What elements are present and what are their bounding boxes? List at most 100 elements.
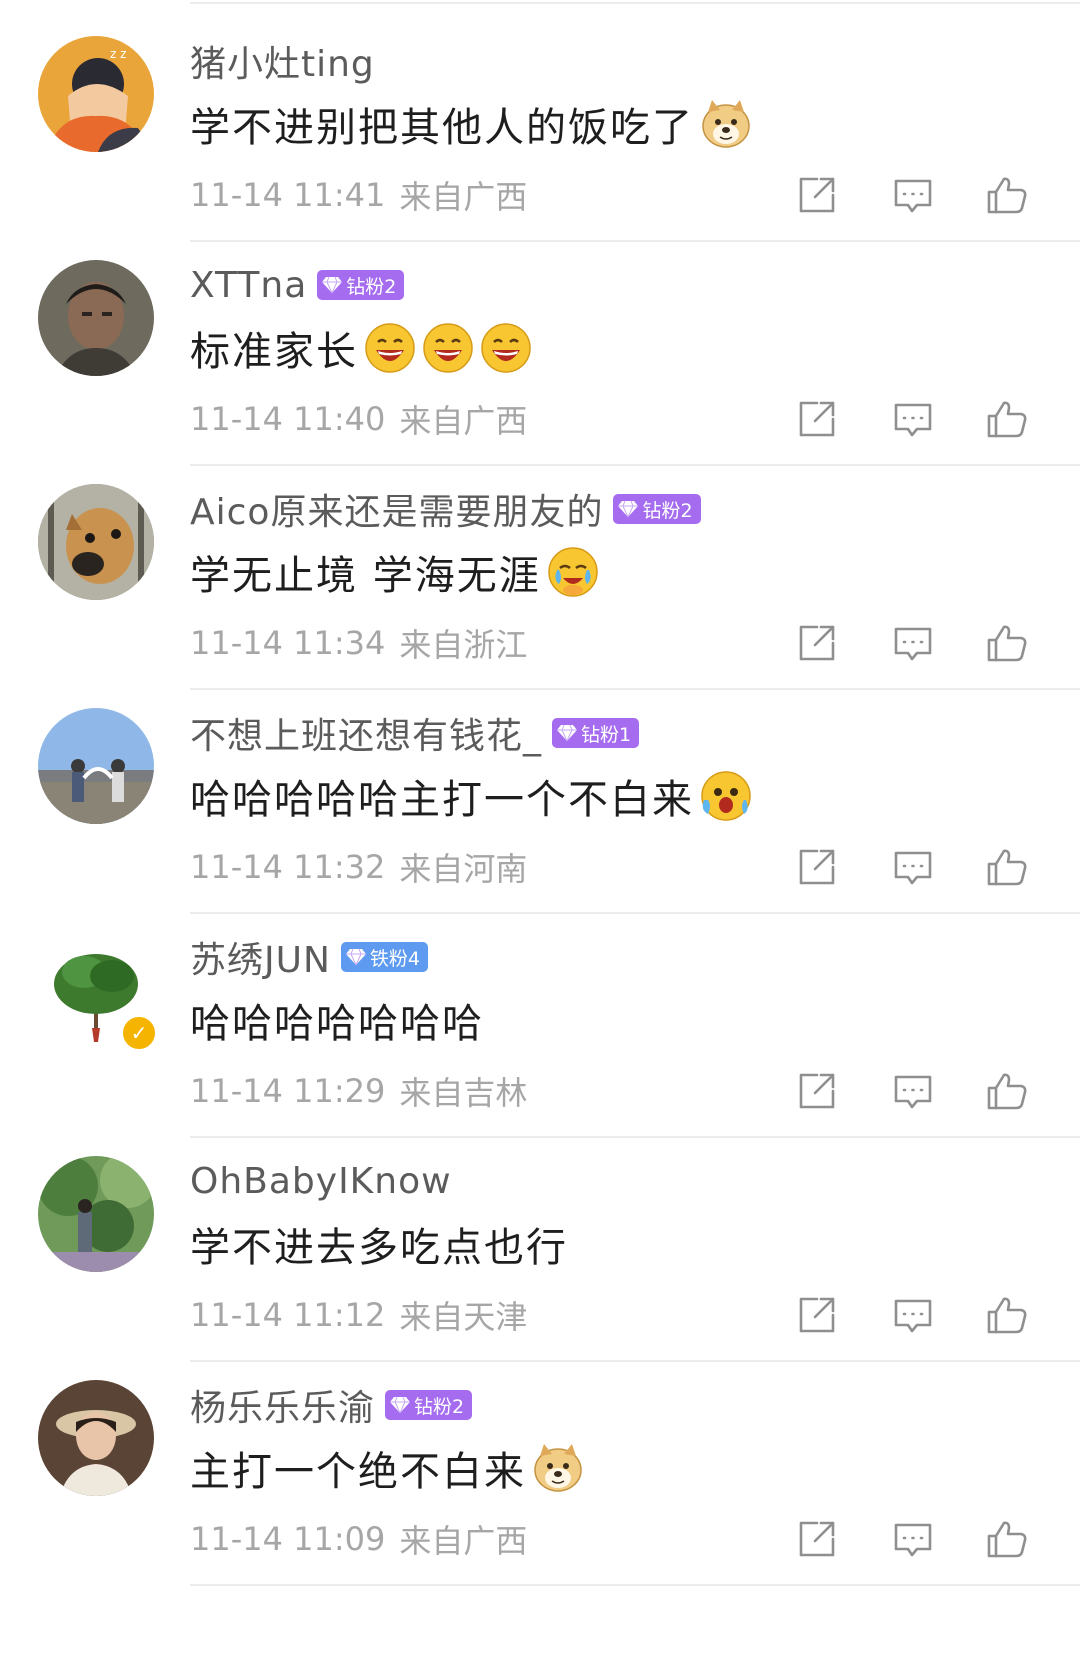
comment-item[interactable]: Aico原来还是需要朋友的 钻粉2 学无止境 学海无涯 11-14 11:34 来自浙江 xyxy=(0,454,1080,690)
comment-item[interactable]: ✓ 苏绣JUN 铁粉4 哈哈哈哈哈哈哈 11-14 11:29 来自吉林 xyxy=(0,902,1080,1138)
comment-meta: 11-14 11:34 来自浙江 xyxy=(190,620,527,666)
comment-bubble-icon[interactable] xyxy=(891,1069,985,1113)
laugh-emoji-icon xyxy=(416,322,474,374)
comment-text: 主打一个绝不白来 xyxy=(190,1449,526,1495)
doge-emoji-icon xyxy=(694,98,752,150)
avatar[interactable]: z z xyxy=(38,36,154,152)
username[interactable]: 杨乐乐乐渝 xyxy=(190,1379,375,1431)
username[interactable]: OhBabyIKnow xyxy=(190,1161,452,1202)
comment-text-row: 主打一个绝不白来 xyxy=(190,1436,584,1500)
comment-item[interactable]: 不想上班还想有钱花_ 钻粉1 哈哈哈哈哈主打一个不白来 11-14 11:32 来自河南 xyxy=(0,678,1080,914)
avatar[interactable] xyxy=(38,1380,154,1496)
fan-badge-label: 钻粉2 xyxy=(414,1395,465,1418)
comment-bubble-icon[interactable] xyxy=(891,1293,985,1337)
comment-location: 来自吉林 xyxy=(399,1074,528,1112)
name-row: 猪小灶ting xyxy=(190,36,375,86)
comment-bubble-icon[interactable] xyxy=(891,1517,985,1561)
comment-bubble-icon[interactable] xyxy=(891,845,985,889)
fan-badge-label: 钻粉2 xyxy=(642,499,693,522)
comment-text: 标准家长 xyxy=(190,329,358,375)
name-row: Aico原来还是需要朋友的 钻粉2 xyxy=(190,484,701,534)
comment-date: 11-14 11:09 xyxy=(190,1520,386,1558)
avatar[interactable] xyxy=(38,1156,154,1272)
comment-location: 来自天津 xyxy=(399,1298,528,1336)
fan-badge: 钻粉2 xyxy=(385,1390,473,1420)
share-out-icon[interactable] xyxy=(795,1293,891,1337)
comment-list: z z 猪小灶ting 学不进别把其他人的饭吃了 11-14 11:41 来自广西 XTT… xyxy=(0,0,1080,1658)
diamond-gem-icon xyxy=(345,948,370,966)
share-out-icon[interactable] xyxy=(795,173,891,217)
comment-meta: 11-14 11:41 来自广西 xyxy=(190,172,527,218)
comment-actions xyxy=(795,1516,1029,1562)
fan-badge-label: 铁粉4 xyxy=(369,947,420,970)
cry-laugh-emoji-icon xyxy=(541,546,599,598)
comment-meta: 11-14 11:40 来自广西 xyxy=(190,396,527,442)
comment-location: 来自浙江 xyxy=(399,626,528,664)
username[interactable]: XTTna xyxy=(190,265,307,306)
comment-bubble-icon[interactable] xyxy=(891,397,985,441)
comment-text-row: 哈哈哈哈哈主打一个不白来 xyxy=(190,764,752,828)
comment-bubble-icon[interactable] xyxy=(891,173,985,217)
comment-item[interactable]: 杨乐乐乐渝 钻粉2 主打一个绝不白来 11-14 11:09 来自广西 xyxy=(0,1350,1080,1586)
share-out-icon[interactable] xyxy=(795,621,891,665)
comment-location: 来自广西 xyxy=(399,402,528,440)
comment-text-row: 学无止境 学海无涯 xyxy=(190,540,599,604)
comment-item[interactable]: OhBabyIKnow 学不进去多吃点也行 11-14 11:12 来自天津 xyxy=(0,1126,1080,1362)
diamond-gem-icon xyxy=(556,724,581,742)
comment-actions xyxy=(795,844,1029,890)
avatar[interactable] xyxy=(38,260,154,376)
comment-actions xyxy=(795,1292,1029,1338)
comment-text-row: 标准家长 xyxy=(190,316,532,380)
share-out-icon[interactable] xyxy=(795,1069,891,1113)
diamond-gem-icon xyxy=(389,1396,414,1414)
thumbs-up-icon[interactable] xyxy=(985,621,1029,665)
comment-meta: 11-14 11:32 来自河南 xyxy=(190,844,527,890)
name-row: XTTna 钻粉2 xyxy=(190,260,405,310)
comment-location: 来自河南 xyxy=(399,850,528,888)
thumbs-up-icon[interactable] xyxy=(985,397,1029,441)
comment-actions xyxy=(795,396,1029,442)
share-out-icon[interactable] xyxy=(795,845,891,889)
divider xyxy=(190,1584,1080,1586)
svg-text:z z: z z xyxy=(110,47,126,61)
wow-emoji-icon xyxy=(694,770,752,822)
comment-text: 哈哈哈哈哈哈哈 xyxy=(190,1001,484,1047)
username[interactable]: Aico原来还是需要朋友的 xyxy=(190,483,603,535)
thumbs-up-icon[interactable] xyxy=(985,1517,1029,1561)
fan-badge: 钻粉1 xyxy=(552,718,640,748)
avatar[interactable] xyxy=(38,484,154,600)
comment-text-row: 学不进别把其他人的饭吃了 xyxy=(190,92,752,156)
diamond-gem-icon xyxy=(321,276,346,294)
comment-meta: 11-14 11:09 来自广西 xyxy=(190,1516,527,1562)
comment-text-row: 学不进去多吃点也行 xyxy=(190,1212,568,1276)
comment-date: 11-14 11:12 xyxy=(190,1296,386,1334)
username[interactable]: 猪小灶ting xyxy=(190,35,375,87)
comment-actions xyxy=(795,172,1029,218)
comment-item[interactable]: z z 猪小灶ting 学不进别把其他人的饭吃了 11-14 11:41 来自广西 xyxy=(0,6,1080,242)
thumbs-up-icon[interactable] xyxy=(985,1293,1029,1337)
diamond-gem-icon xyxy=(617,500,642,518)
comment-text: 学不进去多吃点也行 xyxy=(190,1225,568,1271)
avatar[interactable] xyxy=(38,708,154,824)
comment-item[interactable]: XTTna 钻粉2 标准家长 11-14 11:40 来自广西 xyxy=(0,230,1080,466)
fan-badge: 钻粉2 xyxy=(317,270,405,300)
comment-meta: 11-14 11:12 来自天津 xyxy=(190,1292,527,1338)
comment-date: 11-14 11:40 xyxy=(190,400,386,438)
laugh-emoji-icon xyxy=(474,322,532,374)
comment-date: 11-14 11:41 xyxy=(190,176,386,214)
name-row: 杨乐乐乐渝 钻粉2 xyxy=(190,1379,473,1431)
verified-badge-icon: ✓ xyxy=(120,1014,158,1052)
thumbs-up-icon[interactable] xyxy=(985,845,1029,889)
username[interactable]: 苏绣JUN xyxy=(190,931,331,983)
name-row: OhBabyIKnow xyxy=(190,1156,452,1206)
comment-date: 11-14 11:29 xyxy=(190,1072,386,1110)
thumbs-up-icon[interactable] xyxy=(985,173,1029,217)
comment-actions xyxy=(795,1068,1029,1114)
username[interactable]: 不想上班还想有钱花_ xyxy=(190,707,542,759)
comment-meta: 11-14 11:29 来自吉林 xyxy=(190,1068,527,1114)
comment-bubble-icon[interactable] xyxy=(891,621,985,665)
comment-text: 学无止境 学海无涯 xyxy=(190,553,541,599)
share-out-icon[interactable] xyxy=(795,397,891,441)
share-out-icon[interactable] xyxy=(795,1517,891,1561)
thumbs-up-icon[interactable] xyxy=(985,1069,1029,1113)
